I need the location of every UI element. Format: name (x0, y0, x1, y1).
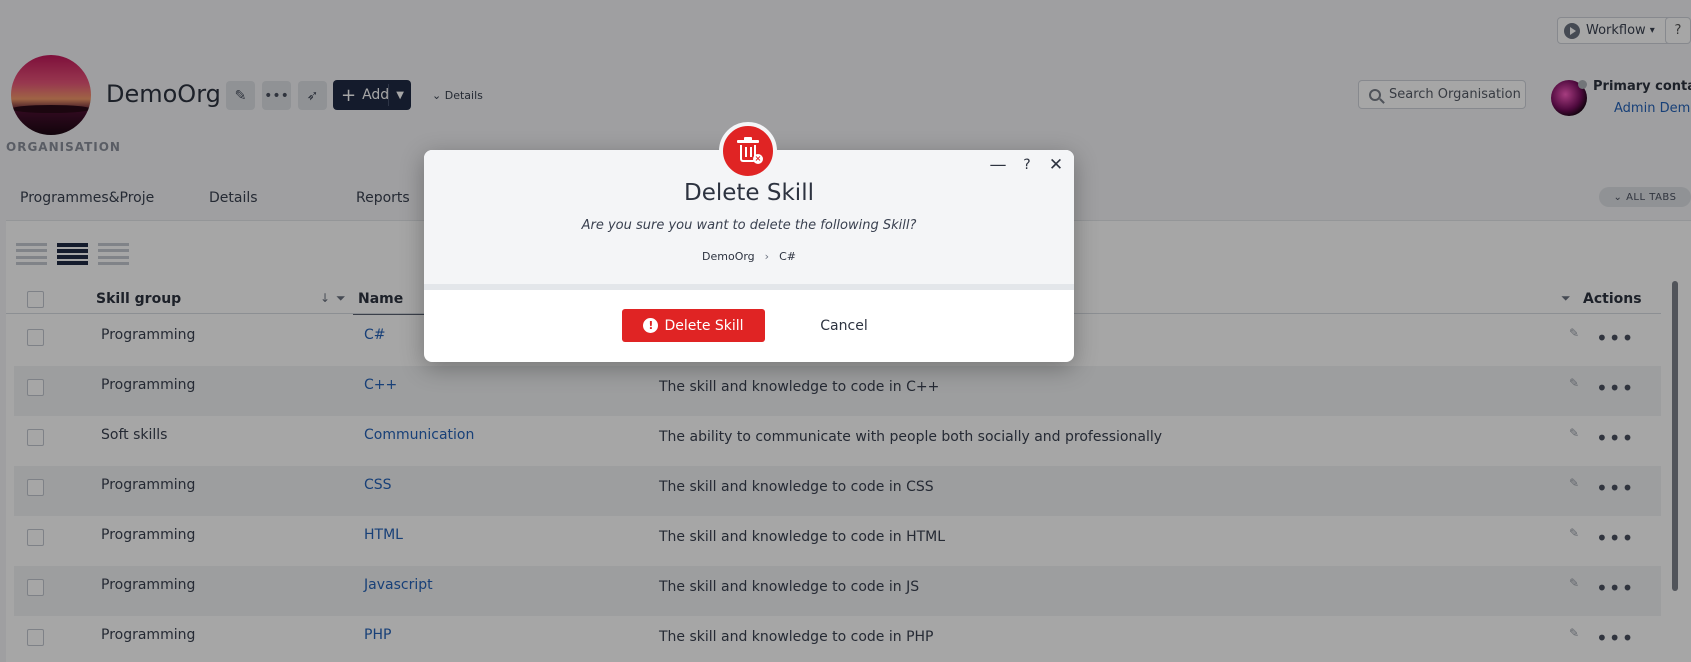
delete-label: Delete Skill (664, 317, 744, 334)
help-icon[interactable]: ? (1016, 154, 1038, 176)
chevron-right-icon: › (764, 250, 770, 263)
warning-icon: ! (643, 318, 659, 333)
dialog-message: Are you sure you want to delete the foll… (581, 218, 917, 233)
dialog-title: Delete Skill (684, 180, 814, 206)
trash-icon: × (737, 137, 763, 164)
delete-skill-dialog: × — ? ✕ Delete Skill Are you sure you wa… (424, 122, 1074, 362)
breadcrumb-item: C# (779, 250, 796, 263)
cancel-button[interactable]: Cancel (799, 309, 889, 342)
delete-skill-button[interactable]: ! Delete Skill (622, 309, 765, 342)
breadcrumb-org: DemoOrg (702, 250, 755, 263)
dialog-badge: × (719, 122, 777, 180)
divider (424, 284, 1074, 290)
minimize-icon[interactable]: — (987, 154, 1009, 176)
close-icon[interactable]: ✕ (1045, 154, 1067, 176)
breadcrumb: DemoOrg › C# (424, 250, 1074, 263)
